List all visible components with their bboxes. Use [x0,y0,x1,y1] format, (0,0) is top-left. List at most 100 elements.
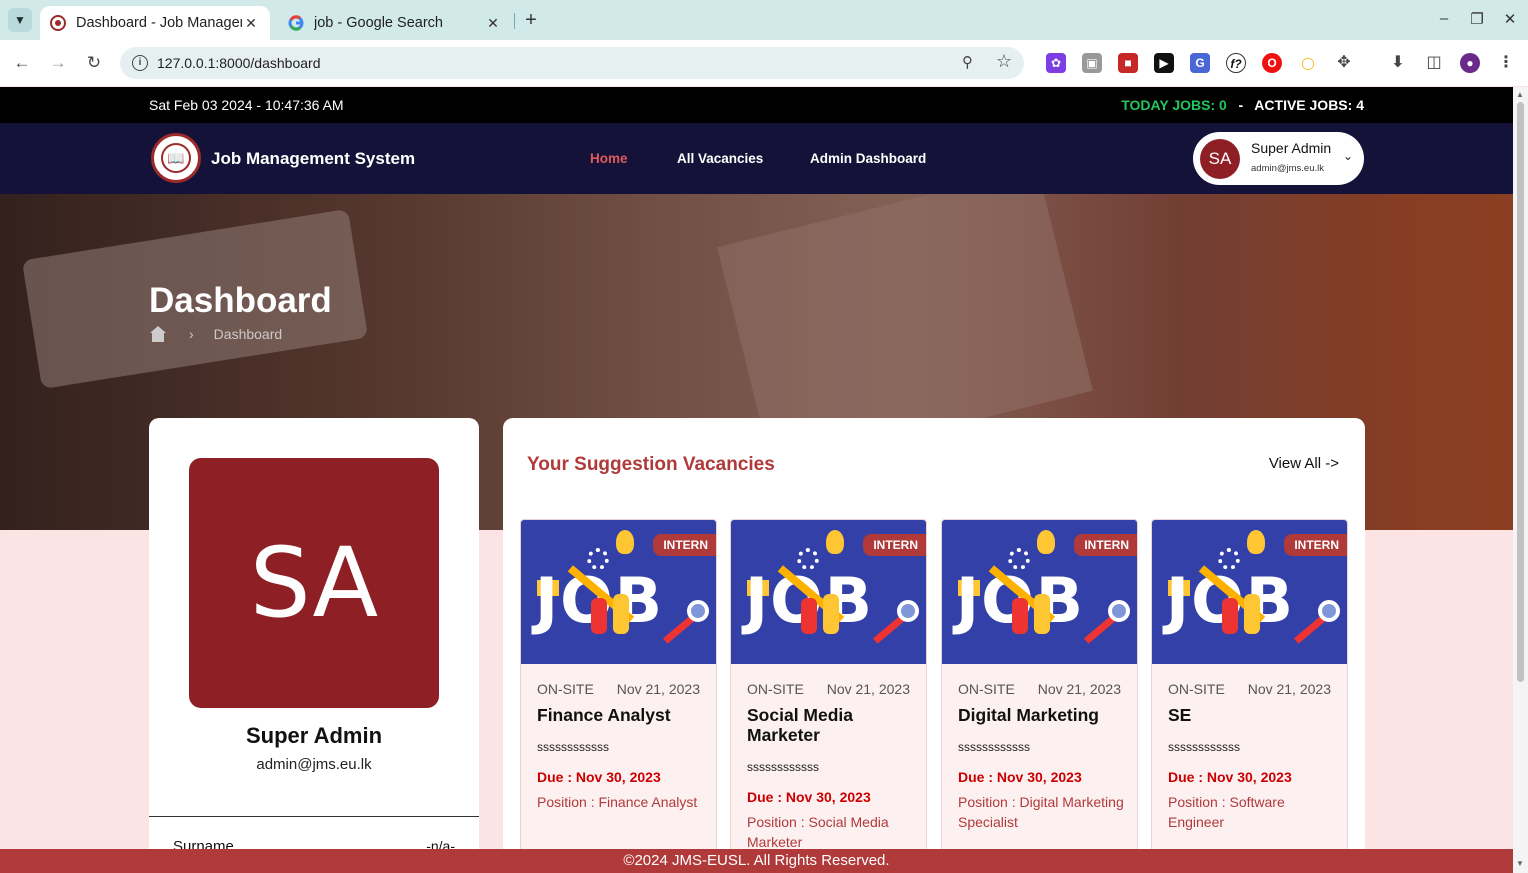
font-detector-icon[interactable]: f? [1226,53,1246,73]
vacancies-title: Your Suggestion Vacancies [527,454,775,475]
home-icon[interactable] [149,326,167,342]
vacancy-description: ssssssssssss [537,740,609,754]
user-menu[interactable]: SA Super Admin admin@jms.eu.lk ⌄ [1193,132,1364,185]
vacancy-title[interactable]: Social Media Marketer [747,705,917,745]
side-panel-icon[interactable]: ◫ [1424,53,1444,73]
vacancy-description: ssssssssssss [747,760,819,774]
bookmark-star-icon[interactable]: ☆ [996,51,1012,72]
profile-name: Super Admin [245,723,383,748]
more-menu-icon[interactable]: ⋮ [1496,53,1516,73]
translate-icon[interactable]: G [1190,53,1210,73]
camera-icon[interactable]: ▣ [1082,53,1102,73]
user-name: Super Admin [1251,140,1332,156]
profile-avatar-icon[interactable]: ● [1460,53,1480,73]
site-favicon-icon [50,15,66,31]
puzzle-icon[interactable]: ✥ [1334,53,1354,73]
page-scrollbar[interactable]: ▲ ▼ [1513,87,1528,873]
footer: ©2024 JMS-EUSL. All Rights Reserved. [0,849,1513,873]
bulb-icon[interactable]: ◯ [1298,53,1318,73]
forward-arrow-icon[interactable]: → [47,52,69,74]
download-icon[interactable]: ⬇ [1388,53,1408,73]
extension-red-icon[interactable]: ■ [1118,53,1138,73]
suggestion-vacancies-panel: Your Suggestion Vacancies View All -> JO… [503,418,1365,873]
intern-badge: INTERN [1284,534,1347,556]
tab-close-icon[interactable]: ✕ [484,15,502,32]
posted-date: Nov 21, 2023 [616,681,700,697]
due-date: Due : Nov 30, 2023 [537,769,661,785]
extension-dark-icon[interactable]: ▶ [1154,53,1174,73]
intern-badge: INTERN [863,534,926,556]
opera-icon[interactable]: O [1262,53,1282,73]
scroll-up-icon[interactable]: ▲ [1516,90,1524,99]
nav-admin-dashboard[interactable]: Admin Dashboard [810,151,926,166]
breadcrumb-current: Dashboard [213,326,283,342]
posted-date: Nov 21, 2023 [826,681,910,697]
work-mode: ON-SITE [1168,681,1225,697]
restore-icon[interactable]: ❐ [1467,10,1487,28]
user-email: admin@jms.eu.lk [1251,163,1324,174]
vacancy-card[interactable]: JOB INTERN ON-SITE Nov 21, 2023 Finance … [520,519,717,873]
vacancy-description: ssssssssssss [1168,740,1240,754]
tab-close-icon[interactable]: ✕ [242,15,260,32]
profile-email: admin@jms.eu.lk [256,756,372,773]
profile-divider [149,816,479,817]
active-jobs: ACTIVE JOBS: 4 [1254,97,1364,113]
stats-separator: - [1238,97,1244,113]
tab-title: job - Google Search [314,15,443,31]
address-bar[interactable]: i 127.0.0.1:8000/dashboard ⚲ ☆ [120,47,1024,79]
new-tab-button[interactable]: + [520,8,542,32]
nav-home[interactable]: Home [590,151,628,166]
tab-dashboard[interactable]: Dashboard - Job Management System ✕ [40,6,270,40]
due-date: Due : Nov 30, 2023 [747,789,871,805]
vacancy-position: Position : Software Engineer [1168,794,1285,830]
work-mode: ON-SITE [747,681,804,697]
reload-icon[interactable]: ↻ [83,52,105,74]
nav-all-vacancies[interactable]: All Vacancies [677,151,763,166]
scroll-down-icon[interactable]: ▼ [1516,859,1524,868]
vacancy-description: ssssssssssss [958,740,1030,754]
intern-badge: INTERN [653,534,716,556]
job-stats: TODAY JOBS: 0 - ACTIVE JOBS: 4 [1121,97,1364,113]
browser-toolbar: ← → ↻ i 127.0.0.1:8000/dashboard ⚲ ☆ ✿ ▣… [0,40,1528,86]
current-datetime: Sat Feb 03 2024 - 10:47:36 AM [149,97,344,113]
posted-date: Nov 21, 2023 [1247,681,1331,697]
due-date: Due : Nov 30, 2023 [958,769,1082,785]
university-logo-icon[interactable]: 📖 [151,133,201,183]
vacancy-title[interactable]: Finance Analyst [537,705,707,725]
password-key-icon[interactable]: ⚲ [962,53,973,71]
back-arrow-icon[interactable]: ← [11,52,33,74]
tab-separator [514,13,515,29]
chevron-down-icon: ⌄ [1343,149,1354,163]
site-info-icon[interactable]: i [132,55,148,71]
posted-date: Nov 21, 2023 [1037,681,1121,697]
due-date: Due : Nov 30, 2023 [1168,769,1292,785]
vacancy-position: Position : Digital Marketing Specialist [958,794,1124,830]
work-mode: ON-SITE [537,681,594,697]
tab-title: Dashboard - Job Management System [76,15,242,31]
window-close-icon[interactable]: ✕ [1500,10,1520,28]
vacancy-position: Position : Social Media Marketer [747,814,889,850]
vacancy-card[interactable]: JOB INTERN ON-SITE Nov 21, 2023 SE sssss… [1151,519,1348,873]
vacancy-card[interactable]: JOB INTERN ON-SITE Nov 21, 2023 Digital … [941,519,1138,873]
url-text: 127.0.0.1:8000/dashboard [157,55,321,71]
tab-search-button[interactable]: ▼ [8,8,32,32]
profile-avatar: SA [189,458,439,708]
scrollbar-thumb[interactable] [1517,102,1524,682]
browser-tab-bar: ▼ Dashboard - Job Management System ✕ jo… [0,0,1528,40]
vacancy-title[interactable]: SE [1168,705,1338,725]
extension-flower-icon[interactable]: ✿ [1046,53,1066,73]
vacancy-title[interactable]: Digital Marketing [958,705,1128,725]
tab-google-search[interactable]: job - Google Search ✕ [278,6,512,40]
avatar: SA [1200,139,1240,179]
today-jobs: TODAY JOBS: 0 [1121,97,1227,113]
brand-title[interactable]: Job Management System [211,149,415,169]
minimize-icon[interactable]: – [1434,10,1454,27]
work-mode: ON-SITE [958,681,1015,697]
intern-badge: INTERN [1074,534,1137,556]
chevron-down-icon: ▼ [14,13,26,27]
vacancy-card[interactable]: JOB INTERN ON-SITE Nov 21, 2023 Social M… [730,519,927,873]
page-content: Sat Feb 03 2024 - 10:47:36 AM TODAY JOBS… [0,87,1513,873]
vacancy-position: Position : Finance Analyst [537,794,698,810]
view-all-link[interactable]: View All -> [1269,455,1339,472]
main-navbar: 📖 Job Management System Home All Vacanci… [0,123,1513,194]
